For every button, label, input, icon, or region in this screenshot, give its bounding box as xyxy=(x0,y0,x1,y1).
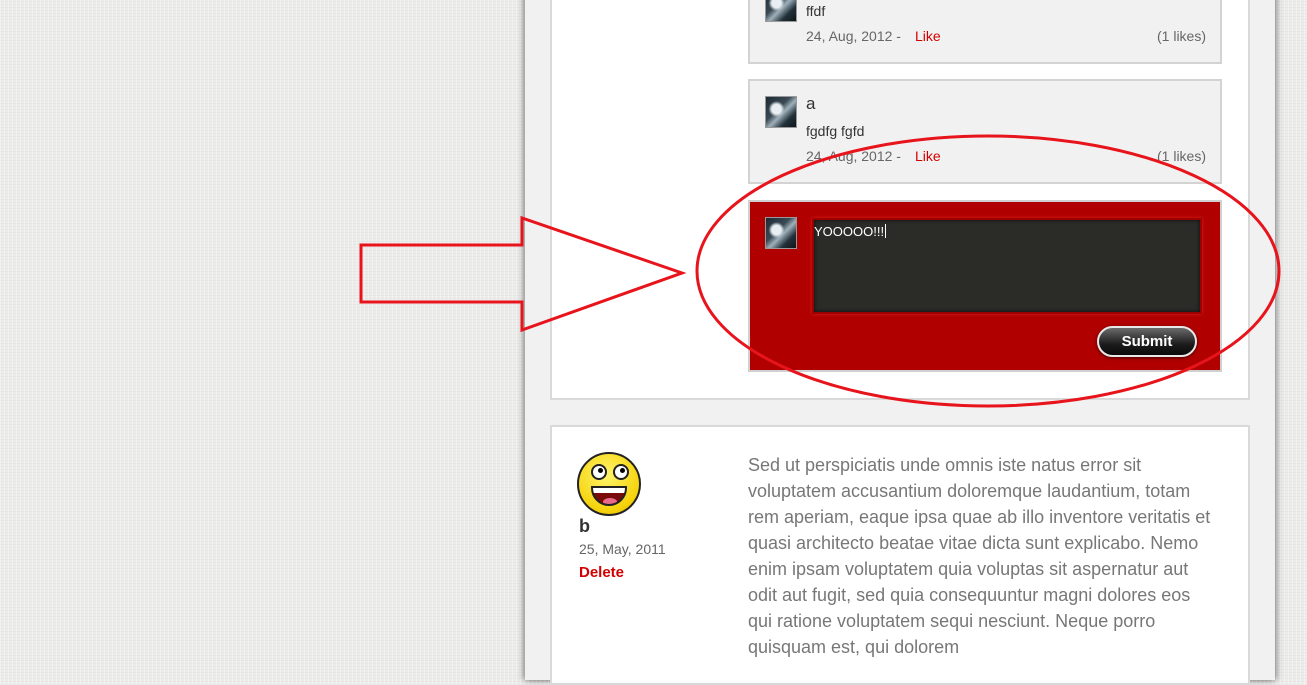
comment-avatar[interactable] xyxy=(765,96,797,128)
like-link[interactable]: Like xyxy=(915,148,941,164)
comment-text: fgdfg fgfd xyxy=(806,123,865,139)
post-date: 25, May, 2011 xyxy=(579,541,666,557)
submit-button[interactable]: Submit xyxy=(1097,326,1197,357)
avatar-mouth xyxy=(591,486,627,506)
reply-textarea[interactable]: YOOOOO!!! xyxy=(812,218,1202,314)
author-avatar[interactable] xyxy=(577,452,641,516)
comment-text: ffdf xyxy=(806,3,826,19)
post-author[interactable]: b xyxy=(579,516,590,537)
avatar-eye-right xyxy=(613,464,629,480)
reply-text: YOOOOO!!! xyxy=(814,224,885,239)
reply-avatar xyxy=(765,217,797,249)
delete-link[interactable]: Delete xyxy=(579,564,624,581)
reply-form: YOOOOO!!! Submit xyxy=(748,200,1222,372)
text-caret xyxy=(885,224,887,238)
comment-avatar[interactable] xyxy=(765,0,797,22)
comment-date: 24, Aug, 2012 - xyxy=(806,148,901,164)
comment-author[interactable]: a xyxy=(806,94,815,114)
like-count: (1 likes) xyxy=(1157,148,1207,164)
like-count: (1 likes) xyxy=(1157,28,1207,44)
comment-date: 24, Aug, 2012 - xyxy=(806,28,901,44)
post-body: Sed ut perspiciatis unde omnis iste natu… xyxy=(748,455,1211,657)
like-link[interactable]: Like xyxy=(915,28,941,44)
avatar-eye-left xyxy=(591,464,607,480)
